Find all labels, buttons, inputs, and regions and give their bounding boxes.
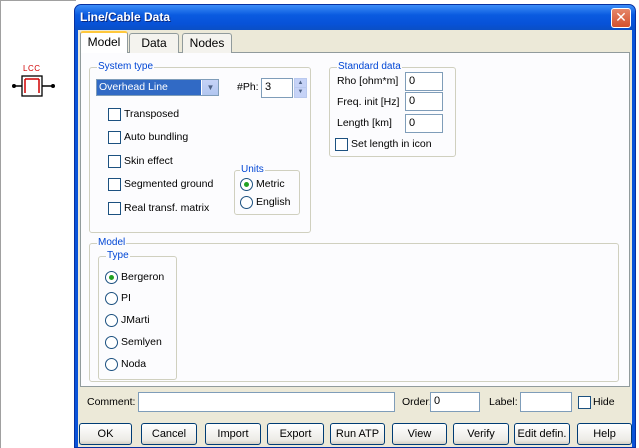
phases-spinner[interactable]: ▲ ▼ — [294, 78, 307, 98]
transposed-checkbox[interactable] — [108, 108, 121, 121]
bergeron-label: Bergeron — [121, 271, 165, 283]
tab-model-label: Model — [87, 35, 121, 49]
order-input[interactable]: 0 — [430, 392, 480, 412]
spin-up-icon[interactable]: ▲ — [295, 79, 306, 88]
help-button[interactable]: Help — [577, 423, 632, 445]
cancel-button[interactable]: Cancel — [141, 423, 197, 445]
tab-nodes-label: Nodes — [189, 36, 225, 50]
comment-input[interactable] — [138, 392, 395, 412]
lcc-component-icon[interactable] — [12, 73, 56, 99]
run-atp-button[interactable]: Run ATP — [330, 423, 385, 445]
close-icon: ✕ — [615, 9, 627, 25]
standard-data-legend: Standard data — [337, 61, 402, 72]
phases-input[interactable]: 3 — [261, 78, 293, 98]
jmarti-label: JMarti — [121, 314, 150, 326]
hide-label: Hide — [593, 396, 615, 408]
verify-button[interactable]: Verify — [453, 423, 509, 445]
model-legend: Model — [97, 237, 127, 248]
pi-radio[interactable] — [105, 292, 118, 305]
freq-init-label: Freq. init [Hz] — [337, 96, 400, 108]
phases-label: #Ph: — [237, 81, 259, 93]
noda-label: Noda — [121, 358, 147, 370]
units-legend: Units — [240, 164, 265, 175]
pi-label: PI — [121, 292, 131, 304]
tab-data[interactable]: Data — [129, 33, 179, 53]
jmarti-radio[interactable] — [105, 314, 118, 327]
transposed-label: Transposed — [124, 108, 180, 120]
import-button[interactable]: Import — [205, 423, 261, 445]
spin-down-icon[interactable]: ▼ — [295, 88, 306, 97]
tab-nodes[interactable]: Nodes — [182, 33, 232, 53]
set-length-checkbox[interactable] — [335, 138, 348, 151]
semlyen-radio[interactable] — [105, 336, 118, 349]
segmented-ground-label: Segmented ground — [124, 178, 214, 190]
skin-effect-label: Skin effect — [124, 155, 173, 167]
length-input[interactable]: 0 — [405, 114, 443, 133]
segmented-ground-checkbox[interactable] — [108, 178, 121, 191]
label-input[interactable] — [520, 392, 572, 412]
auto-bundling-label: Auto bundling — [124, 131, 189, 143]
set-length-label: Set length in icon — [351, 138, 432, 150]
english-radio[interactable] — [240, 196, 253, 209]
ok-button[interactable]: OK — [79, 423, 132, 445]
english-label: English — [256, 196, 291, 208]
bergeron-radio[interactable] — [105, 271, 118, 284]
model-type-legend: Type — [106, 250, 130, 261]
lcc-component-label: LCC — [23, 64, 41, 73]
tab-data-label: Data — [141, 36, 167, 50]
real-transf-matrix-checkbox[interactable] — [108, 202, 121, 215]
skin-effect-checkbox[interactable] — [108, 155, 121, 168]
window-title: Line/Cable Data — [80, 10, 171, 24]
chevron-down-icon[interactable]: ▼ — [202, 80, 218, 95]
export-button[interactable]: Export — [267, 423, 324, 445]
metric-radio[interactable] — [240, 178, 253, 191]
real-transf-matrix-label: Real transf. matrix — [124, 202, 210, 214]
close-button[interactable]: ✕ — [611, 8, 631, 28]
view-button[interactable]: View — [392, 423, 447, 445]
label-label: Label: — [489, 396, 518, 408]
auto-bundling-checkbox[interactable] — [108, 131, 121, 144]
edit-defin-button[interactable]: Edit defin. — [514, 423, 570, 445]
hide-checkbox[interactable] — [578, 396, 591, 409]
comment-label: Comment: — [87, 396, 136, 408]
length-label: Length [km] — [337, 117, 392, 129]
order-label: Order: — [402, 396, 432, 408]
tab-model[interactable]: Model — [80, 31, 128, 53]
system-type-legend: System type — [97, 61, 155, 72]
semlyen-label: Semlyen — [121, 336, 162, 348]
system-type-selected: Overhead Line — [97, 80, 201, 95]
rho-input[interactable]: 0 — [405, 72, 443, 91]
freq-init-input[interactable]: 0 — [405, 92, 443, 111]
rho-label: Rho [ohm*m] — [337, 75, 399, 87]
noda-radio[interactable] — [105, 358, 118, 371]
metric-label: Metric — [256, 178, 285, 190]
system-type-select[interactable]: Overhead Line ▼ — [96, 79, 219, 96]
